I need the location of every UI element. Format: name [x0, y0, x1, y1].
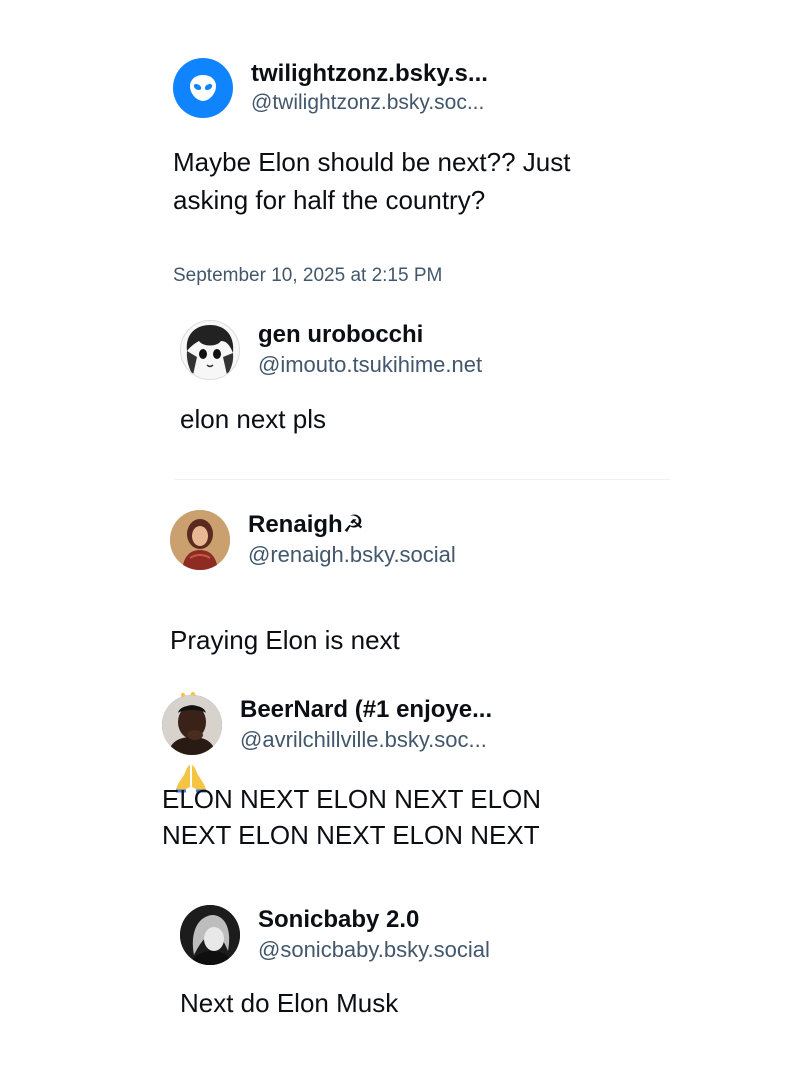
post-text: ELON NEXT ELON NEXT ELON NEXT ELON NEXT …: [162, 784, 542, 850]
post-header: twilightzonz.bsky.s... @twilightzonz.bsk…: [173, 58, 570, 118]
bw-portrait-avatar: [180, 905, 240, 965]
alien-icon: [190, 75, 216, 101]
avatar[interactable]: [180, 905, 240, 965]
reply-post[interactable]: Sonicbaby 2.0 @sonicbaby.bsky.social Nex…: [180, 905, 490, 1020]
avatar[interactable]: [170, 510, 230, 570]
handle[interactable]: @sonicbaby.bsky.social: [258, 935, 490, 965]
reply-post[interactable]: BeerNard (#1 enjoye... @avrilchillville.…: [162, 695, 541, 853]
display-name[interactable]: BeerNard (#1 enjoye...: [240, 695, 492, 725]
display-name[interactable]: Sonicbaby 2.0: [258, 905, 490, 935]
display-name[interactable]: Renaigh☭: [248, 510, 456, 540]
avatar[interactable]: [173, 58, 233, 118]
post-text: elon next pls: [180, 404, 326, 434]
avatar[interactable]: [162, 695, 222, 755]
portrait-painting-avatar: [170, 510, 230, 570]
handle[interactable]: @avrilchillville.bsky.soc...: [240, 725, 492, 755]
handle[interactable]: @imouto.tsukihime.net: [258, 350, 482, 380]
avatar[interactable]: [180, 320, 240, 380]
post-timestamp[interactable]: September 10, 2025 at 2:15 PM: [173, 265, 442, 287]
display-name[interactable]: gen urobocchi: [258, 320, 482, 350]
post-text: Maybe Elon should be next?? Just asking …: [173, 147, 571, 215]
anime-character-avatar: [181, 321, 239, 379]
divider: [175, 479, 670, 480]
post-text: Next do Elon Musk: [180, 988, 399, 1018]
display-name[interactable]: twilightzonz.bsky.s...: [251, 59, 488, 89]
person-photo-avatar: [162, 695, 222, 755]
handle[interactable]: @twilightzonz.bsky.soc...: [251, 89, 488, 117]
handle[interactable]: @renaigh.bsky.social: [248, 540, 456, 570]
post-text-content: Praying Elon is next: [170, 625, 400, 655]
main-post: twilightzonz.bsky.s... @twilightzonz.bsk…: [173, 58, 570, 219]
reply-post[interactable]: gen urobocchi @imouto.tsukihime.net elon…: [180, 320, 482, 436]
